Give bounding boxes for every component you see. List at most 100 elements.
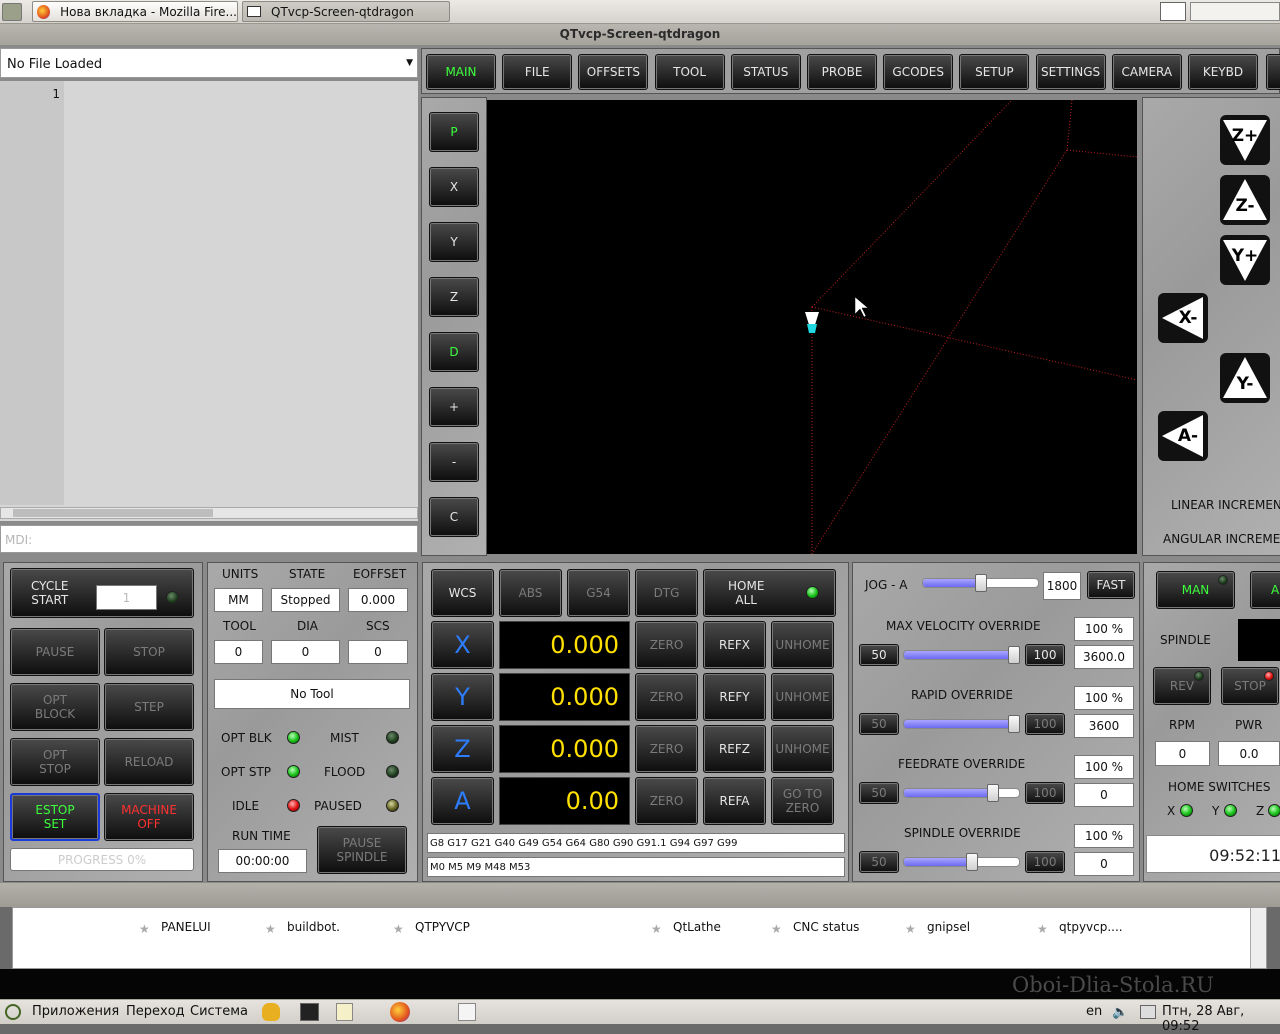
mdi-input[interactable]: MDI: — [0, 525, 418, 553]
zero-z-button[interactable]: ZERO — [635, 725, 698, 773]
rapid-override-slider[interactable] — [903, 719, 1020, 729]
menu-places[interactable]: Переход — [126, 1004, 185, 1019]
view-button-c[interactable]: C — [429, 497, 479, 537]
app-menu-icon[interactable] — [2, 3, 22, 21]
rapid-override-handle[interactable] — [1008, 715, 1020, 733]
max_vel-override-100-button[interactable]: 100 — [1025, 644, 1065, 666]
jog-a-minus[interactable]: A- — [1158, 411, 1208, 461]
jog-z-minus[interactable]: Z- — [1220, 175, 1270, 225]
launcher-tux-icon[interactable] — [262, 1003, 280, 1021]
stop-button[interactable]: STOP — [104, 628, 194, 676]
tab-probe[interactable]: PROBE — [807, 54, 877, 90]
rapid-override-50-button[interactable]: 50 — [859, 713, 899, 735]
tab-main[interactable]: MAIN — [426, 54, 496, 90]
view-button-zoom-in[interactable]: + — [429, 387, 479, 427]
view-button-z[interactable]: Z — [429, 277, 479, 317]
workspace-switcher[interactable] — [1190, 2, 1280, 21]
rapid-override-100-button[interactable]: 100 — [1025, 713, 1065, 735]
feed-override-handle[interactable] — [987, 784, 999, 802]
gcode-preview[interactable] — [487, 100, 1137, 554]
pause-spindle-button[interactable]: PAUSE SPINDLE — [317, 826, 407, 874]
launcher-firefox-icon[interactable] — [390, 1002, 410, 1022]
tab-more[interactable] — [1266, 54, 1280, 90]
trash-icon[interactable] — [458, 1003, 476, 1021]
horizontal-scrollbar[interactable] — [0, 507, 418, 519]
view-button-y[interactable]: Y — [429, 222, 479, 262]
feed-override-50-button[interactable]: 50 — [859, 782, 899, 804]
zero-y-button[interactable]: ZERO — [635, 673, 698, 721]
axis-z-button[interactable]: Z — [431, 725, 494, 773]
network-icon[interactable] — [1140, 1005, 1156, 1019]
taskbar-firefox[interactable]: Нова вкладка - Mozilla Fire... — [32, 1, 238, 22]
volume-icon[interactable]: 🔈 — [1112, 1005, 1128, 1020]
view-button-d[interactable]: D — [429, 332, 479, 372]
axis-a-button[interactable]: A — [431, 777, 494, 825]
feed-override-slider[interactable] — [903, 788, 1020, 798]
jog-y-minusplus[interactable]: Y+ — [1220, 235, 1270, 285]
pause-button[interactable]: PAUSE — [10, 628, 100, 676]
ref-z-button[interactable]: REFZ — [703, 725, 766, 773]
bookmark-item[interactable]: QtLathe — [673, 920, 721, 934]
ref-a-button[interactable]: REFA — [703, 777, 766, 825]
launcher-terminal-icon[interactable] — [300, 1003, 319, 1021]
axis-y-button[interactable]: Y — [431, 673, 494, 721]
launcher-editor-icon[interactable] — [336, 1003, 353, 1021]
bookmark-item[interactable]: qtpyvcp.... — [1059, 920, 1123, 934]
unhome-z-button[interactable]: UNHOME — [771, 725, 834, 773]
bookmark-item[interactable]: CNC status — [793, 920, 859, 934]
max_vel-override-handle[interactable] — [1008, 646, 1020, 664]
spindle-override-handle[interactable] — [966, 853, 978, 871]
dtg-button[interactable]: DTG — [635, 569, 698, 617]
tab-tool[interactable]: TOOL — [654, 54, 725, 90]
file-combo[interactable]: No File Loaded ▼ — [0, 48, 418, 78]
tab-setup[interactable]: SETUP — [959, 54, 1030, 90]
tab-keybd[interactable]: KEYBD — [1188, 54, 1258, 90]
keyboard-layout[interactable]: en — [1086, 1004, 1102, 1019]
tab-offsets[interactable]: OFFSETS — [578, 54, 649, 90]
show-desktop-icon[interactable] — [1160, 2, 1186, 21]
jog-rate-handle[interactable] — [974, 574, 987, 592]
bookmark-item[interactable]: gnipsel — [927, 920, 970, 934]
gcode-editor[interactable]: 1 — [0, 81, 418, 521]
jog-z-minusplus[interactable]: Z+ — [1220, 115, 1270, 165]
max_vel-override-slider[interactable] — [903, 650, 1020, 660]
unhome-y-button[interactable]: UNHOME — [771, 673, 834, 721]
tab-gcodes[interactable]: GCODES — [883, 54, 954, 90]
zero-a-button[interactable]: ZERO — [635, 777, 698, 825]
opt-stop-button[interactable]: OPT STOP — [10, 738, 100, 786]
spindle-override-100-button[interactable]: 100 — [1025, 851, 1065, 873]
reload-button[interactable]: RELOAD — [104, 738, 194, 786]
taskbar-qtvcp[interactable]: QTvcp-Screen-qtdragon — [242, 1, 450, 22]
menu-system[interactable]: Система — [190, 1004, 248, 1019]
auto-button[interactable]: A — [1250, 571, 1280, 609]
opt-block-button[interactable]: OPT BLOCK — [10, 683, 100, 731]
max_vel-override-50-button[interactable]: 50 — [859, 644, 899, 666]
view-button-x[interactable]: X — [429, 167, 479, 207]
step-button[interactable]: STEP — [104, 683, 194, 731]
menu-applications[interactable]: Приложения — [32, 1004, 119, 1019]
ref-x-button[interactable]: REFX — [703, 621, 766, 669]
feed-override-100-button[interactable]: 100 — [1025, 782, 1065, 804]
spindle-override-slider[interactable] — [903, 857, 1020, 867]
view-button-p[interactable]: P — [429, 112, 479, 152]
go-to-zero-button[interactable]: GO TO ZERO — [771, 777, 834, 825]
jog-x-minus[interactable]: X- — [1158, 293, 1208, 343]
tab-status[interactable]: STATUS — [730, 54, 801, 90]
tab-camera[interactable]: CAMERA — [1111, 54, 1182, 90]
clock-datetime[interactable]: Птн, 28 Авг, 09:52 — [1162, 1004, 1280, 1034]
spindle-override-50-button[interactable]: 50 — [859, 851, 899, 873]
unhome-x-button[interactable]: UNHOME — [771, 621, 834, 669]
tab-file[interactable]: FILE — [502, 54, 573, 90]
axis-x-button[interactable]: X — [431, 621, 494, 669]
vertical-scrollbar[interactable] — [1250, 908, 1266, 968]
estop-button[interactable]: ESTOP SET — [10, 793, 100, 841]
g54-button[interactable]: G54 — [567, 569, 630, 617]
bookmark-item[interactable]: PANELUI — [161, 920, 211, 934]
bookmark-item[interactable]: buildbot. — [287, 920, 340, 934]
view-button-zoom-out[interactable]: - — [429, 442, 479, 482]
ref-y-button[interactable]: REFY — [703, 673, 766, 721]
machine-power-button[interactable]: MACHINE OFF — [104, 793, 194, 841]
wcs-button[interactable]: WCS — [431, 569, 494, 617]
jog-fast-button[interactable]: FAST — [1087, 571, 1135, 599]
zero-x-button[interactable]: ZERO — [635, 621, 698, 669]
